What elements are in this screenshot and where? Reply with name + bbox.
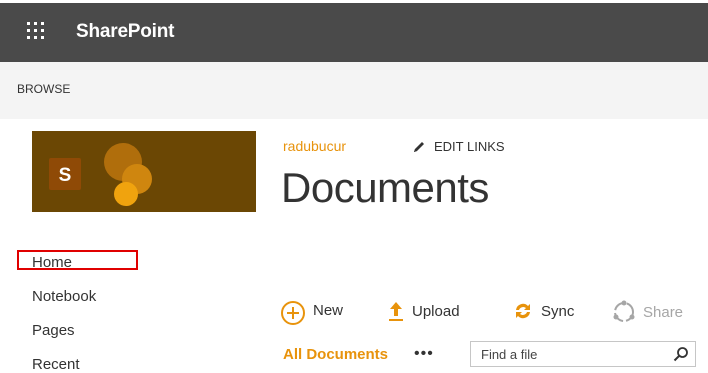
sync-label: Sync — [541, 302, 575, 320]
site-logo[interactable]: S — [32, 131, 256, 212]
share-icon — [613, 300, 635, 322]
upload-arrow-icon — [389, 302, 403, 321]
highlight-box — [17, 250, 138, 270]
view-all-documents[interactable]: All Documents — [283, 346, 388, 363]
page-title: Documents — [281, 164, 489, 211]
upload-button[interactable]: Upload — [387, 300, 460, 322]
app-launcher-waffle-icon[interactable] — [27, 22, 45, 40]
pencil-icon — [414, 141, 424, 152]
edit-links-label: EDIT LINKS — [434, 139, 505, 154]
quick-launch-item-recent[interactable]: Recent — [32, 356, 80, 373]
quick-launch-item-notebook[interactable]: Notebook — [32, 288, 96, 305]
sharepoint-brand-link[interactable]: SharePoint — [76, 21, 175, 43]
logo-letter: S — [59, 165, 72, 186]
sharepoint-logo-icon: S — [49, 143, 152, 206]
suite-bar: SharePoint — [0, 3, 708, 62]
add-circle-icon — [281, 301, 305, 325]
search-icon[interactable] — [673, 346, 689, 362]
share-label: Share — [643, 303, 684, 321]
more-views-button[interactable]: ••• — [414, 345, 434, 363]
site-breadcrumb-link[interactable]: radubucur — [283, 138, 346, 154]
find-file-search-box — [470, 341, 696, 367]
ribbon: BROWSE — [0, 62, 708, 119]
new-label: New — [313, 301, 344, 319]
ribbon-tab-browse[interactable]: BROWSE — [17, 82, 70, 96]
edit-links-button[interactable]: EDIT LINKS — [412, 139, 505, 154]
sync-button[interactable]: Sync — [512, 300, 574, 322]
quick-launch-item-pages[interactable]: Pages — [32, 322, 75, 339]
sync-icon — [516, 303, 530, 319]
new-button[interactable]: New — [280, 300, 343, 326]
upload-label: Upload — [412, 302, 460, 320]
share-button[interactable]: Share — [612, 300, 683, 324]
find-file-input[interactable] — [471, 342, 671, 366]
